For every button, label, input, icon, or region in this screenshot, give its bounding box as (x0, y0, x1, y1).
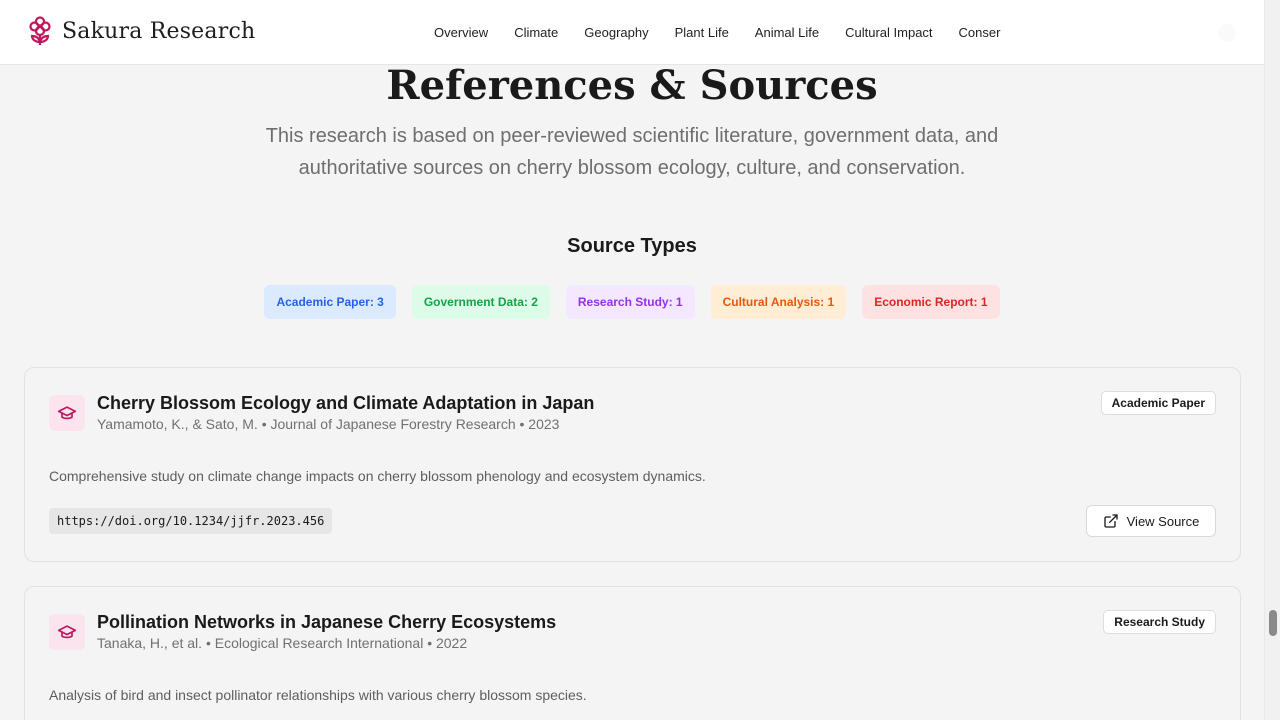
reference-url: https://doi.org/10.1234/jjfr.2023.456 (49, 508, 333, 534)
nav-overview[interactable]: Overview (434, 25, 488, 40)
chip-government-data[interactable]: Government Data: 2 (411, 285, 550, 319)
page-title: References & Sources (386, 62, 878, 109)
sakura-flower-icon (29, 16, 51, 45)
site-header: Sakura Research Overview Climate Geography… (0, 0, 1264, 65)
chip-academic-paper[interactable]: Academic Paper: 3 (264, 285, 396, 319)
view-source-label: View Source (1126, 513, 1200, 529)
main-nav: Overview Climate Geography Plant Life Animal… (434, 24, 1021, 44)
nav-climate[interactable]: Climate (514, 25, 558, 40)
reference-title: Pollination Networks in Japanese Cherry … (97, 612, 557, 632)
nav-geography[interactable]: Geography (584, 25, 648, 40)
scrollbar-thumb[interactable] (1269, 610, 1277, 636)
reference-card: Pollination Networks in Japanese Cherry … (24, 586, 1241, 720)
reference-description: Comprehensive study on climate change im… (49, 468, 706, 484)
card-icon-box (49, 614, 85, 650)
reference-type-badge: Research Study (1103, 610, 1216, 634)
nav-conservation[interactable]: Conser (959, 25, 1001, 40)
reference-title: Cherry Blossom Ecology and Climate Adapt… (97, 393, 595, 413)
chip-economic-report[interactable]: Economic Report: 1 (862, 285, 1000, 319)
source-types-heading: Source Types (567, 235, 697, 257)
nav-plant-life[interactable]: Plant Life (675, 25, 729, 40)
brand-name: Sakura Research (62, 18, 256, 44)
chip-cultural-analysis[interactable]: Cultural Analysis: 1 (710, 285, 847, 319)
view-source-button[interactable]: View Source (1086, 505, 1216, 537)
external-link-icon (1103, 514, 1118, 528)
nav-animal-life[interactable]: Animal Life (755, 25, 819, 40)
graduation-cap-icon (57, 406, 77, 420)
brand-logo-link[interactable]: Sakura Research (28, 15, 255, 47)
reference-description: Analysis of bird and insect pollinator r… (49, 687, 587, 703)
theme-toggle-button[interactable] (1218, 24, 1236, 42)
reference-type-badge: Academic Paper (1100, 391, 1216, 415)
chip-research-study[interactable]: Research Study: 1 (565, 285, 695, 319)
reference-meta: Yamamoto, K., & Sato, M. • Journal of Ja… (97, 416, 560, 432)
page-scrollbar[interactable] (1264, 0, 1280, 720)
page-intro: This research is based on peer-reviewed … (265, 125, 999, 179)
reference-card: Cherry Blossom Ecology and Climate Adapt… (24, 367, 1241, 562)
reference-meta: Tanaka, H., et al. • Ecological Research… (97, 635, 468, 651)
graduation-cap-icon (57, 625, 77, 639)
card-icon-box (49, 395, 85, 431)
source-type-chips: Academic Paper: 3 Government Data: 2 Res… (0, 285, 1264, 319)
nav-cultural-impact[interactable]: Cultural Impact (845, 25, 932, 40)
